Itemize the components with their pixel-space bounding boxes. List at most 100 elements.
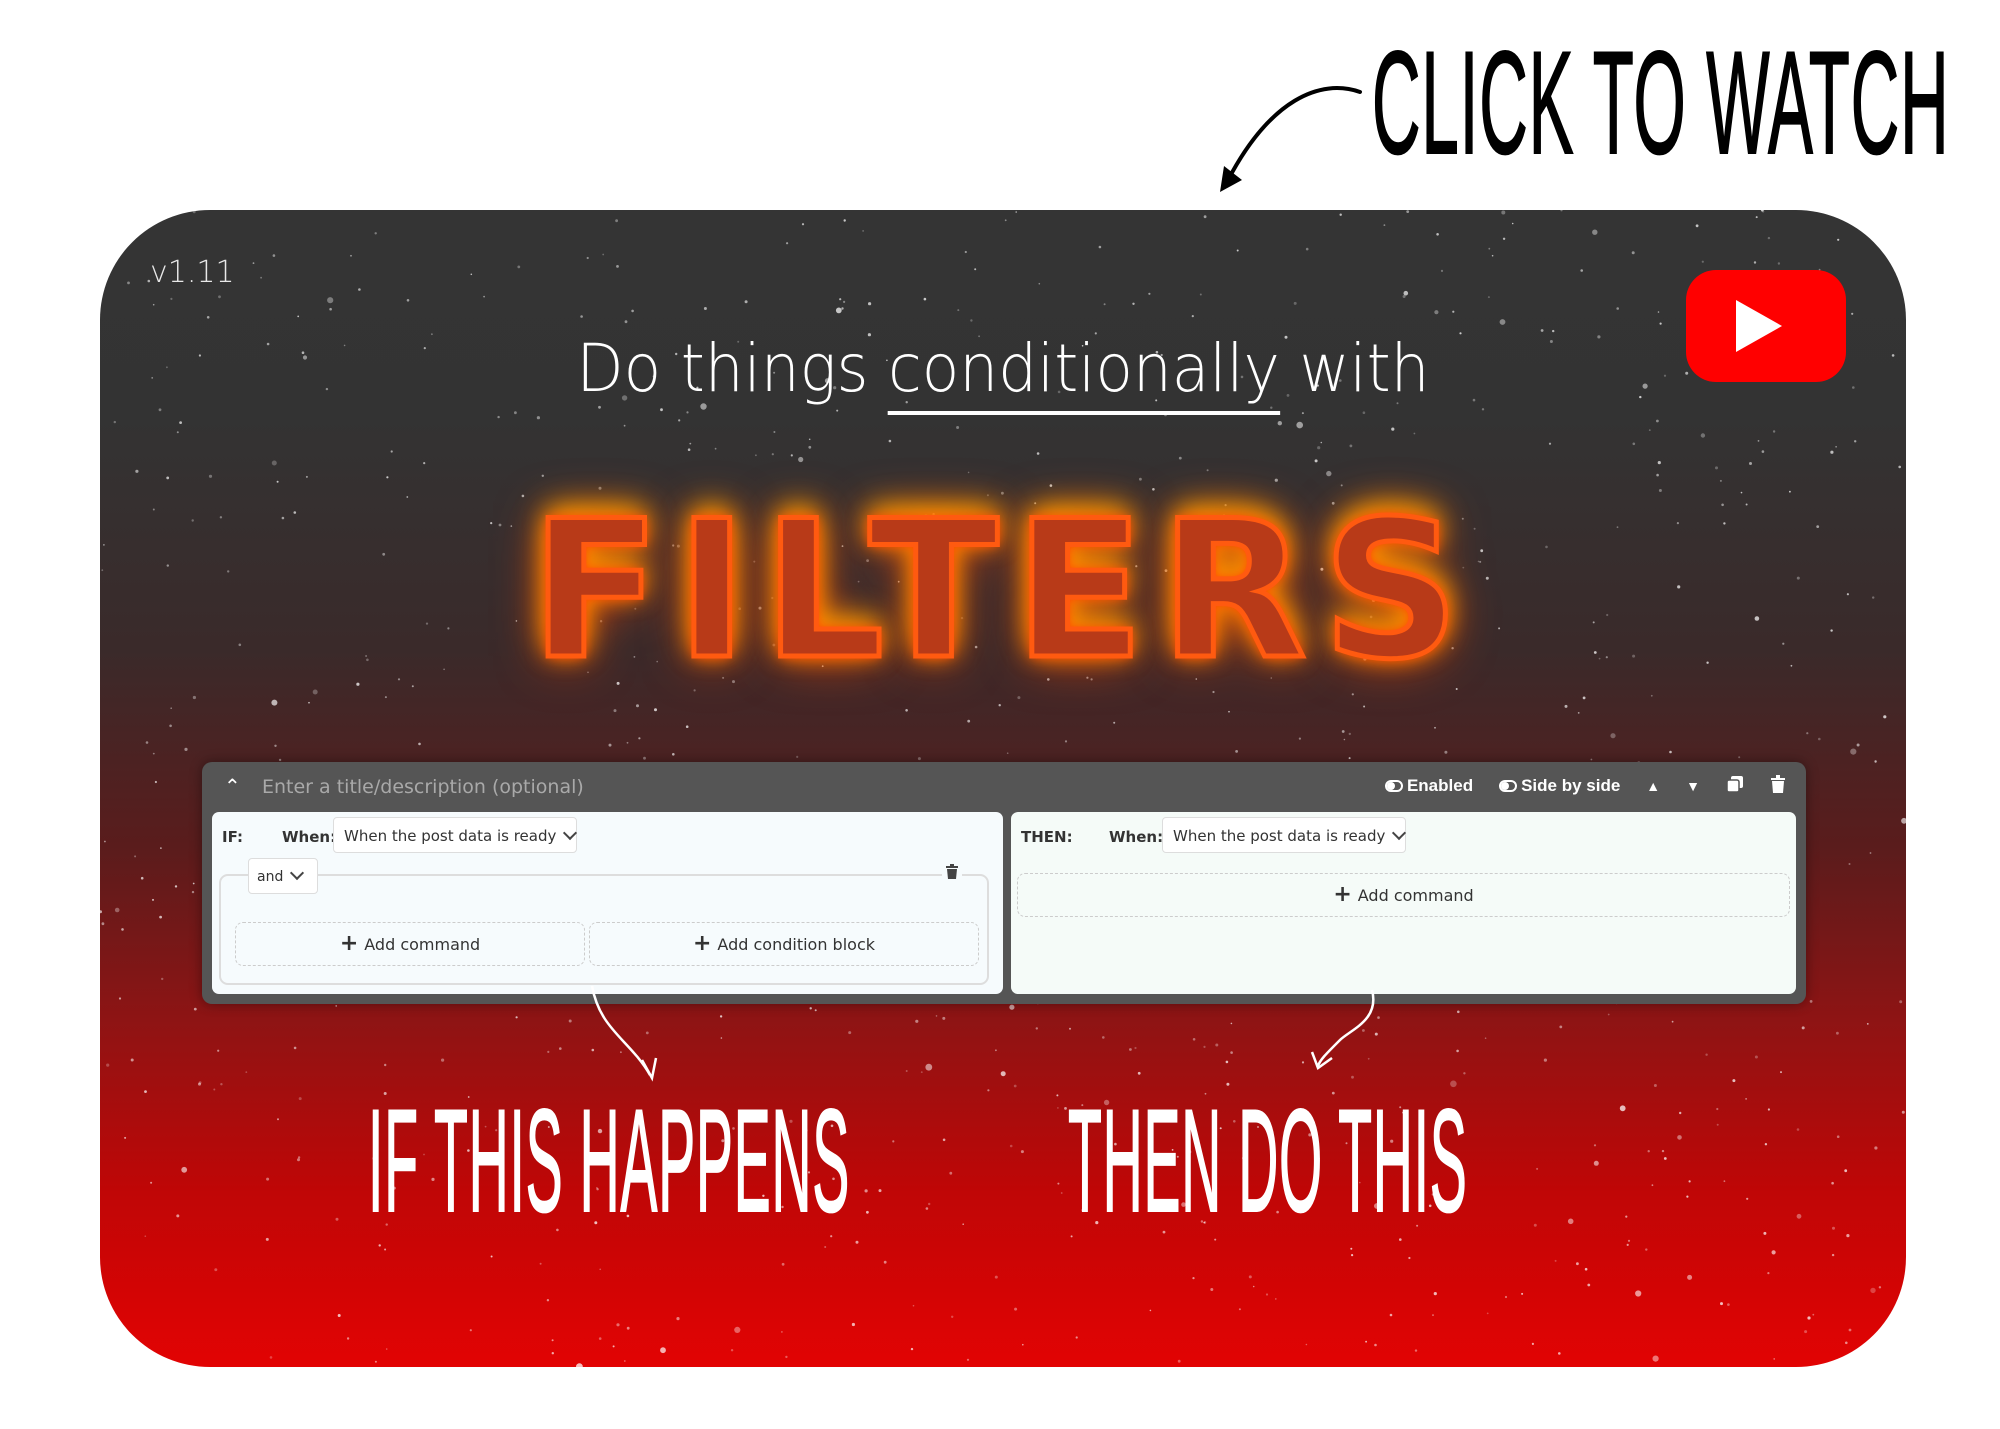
add-condition-block-button[interactable]: + Add condition block <box>589 922 979 966</box>
star <box>1812 1313 1815 1316</box>
star <box>1013 1084 1017 1088</box>
star <box>1592 229 1598 235</box>
star <box>390 450 393 453</box>
star <box>1301 412 1304 415</box>
star <box>1365 1340 1367 1343</box>
star <box>100 1274 102 1277</box>
star <box>1075 1336 1078 1339</box>
star <box>135 469 139 473</box>
star <box>1846 1234 1850 1238</box>
star <box>781 1262 785 1266</box>
star <box>1230 1051 1233 1054</box>
star <box>1137 1071 1141 1075</box>
chevron-down-icon <box>563 825 578 841</box>
star <box>546 1299 550 1302</box>
star <box>118 997 122 1000</box>
duplicate-copy-icon[interactable] <box>1726 775 1744 796</box>
star <box>1293 301 1297 305</box>
star <box>967 719 971 723</box>
star <box>1804 1330 1808 1334</box>
delete-trash-icon[interactable] <box>1770 775 1786 796</box>
star <box>1796 1213 1802 1219</box>
star <box>1688 1180 1691 1183</box>
then-when-select[interactable]: When the post data is ready <box>1162 817 1407 853</box>
star <box>1548 442 1552 445</box>
star <box>1349 444 1353 448</box>
video-thumbnail-card[interactable]: v1.11 Do things conditionally with FILTE… <box>100 210 1906 1367</box>
if-when-select[interactable]: When the post data is ready <box>333 817 578 853</box>
star <box>214 1268 218 1272</box>
star <box>636 704 639 708</box>
star <box>1383 224 1386 226</box>
move-down-triangle-icon[interactable]: ▼ <box>1686 778 1700 794</box>
star <box>905 1070 908 1072</box>
star <box>1210 1288 1214 1291</box>
star <box>1679 1111 1682 1115</box>
then-add-command-button[interactable]: + Add command <box>1017 873 1790 917</box>
star <box>1511 222 1514 225</box>
star <box>1102 1036 1105 1039</box>
chevron-down-icon <box>290 865 305 881</box>
star <box>217 1049 220 1052</box>
star <box>272 254 276 257</box>
star <box>790 454 793 457</box>
star <box>888 439 892 443</box>
star <box>1022 1343 1024 1346</box>
star <box>1408 1256 1411 1260</box>
star <box>1487 296 1490 299</box>
collapse-chevron-up-icon[interactable]: ⌃ <box>224 774 241 798</box>
star <box>154 780 157 784</box>
star <box>1433 1292 1437 1296</box>
toggle-icon <box>1384 779 1403 792</box>
star <box>1060 1192 1063 1194</box>
star <box>469 1329 472 1332</box>
star <box>1230 1022 1233 1025</box>
star <box>1590 758 1593 761</box>
if-when-label: When: <box>282 828 337 846</box>
star <box>1343 738 1346 741</box>
star <box>252 262 255 264</box>
star <box>599 1268 601 1271</box>
star <box>169 724 172 728</box>
star <box>923 297 927 301</box>
star <box>631 309 634 313</box>
star <box>892 1140 895 1143</box>
star <box>1607 1013 1610 1016</box>
star <box>144 1090 147 1093</box>
star <box>1745 1098 1747 1100</box>
group-operator-select[interactable]: and <box>248 858 318 894</box>
if-add-command-button[interactable]: + Add command <box>235 922 585 966</box>
star <box>490 1255 493 1258</box>
star <box>689 442 692 445</box>
star <box>297 1156 301 1159</box>
star <box>1000 1071 1006 1077</box>
star <box>686 411 689 414</box>
star <box>1866 1023 1869 1025</box>
star <box>956 426 960 429</box>
enabled-toggle[interactable]: Enabled <box>1384 776 1473 796</box>
star <box>920 1071 923 1073</box>
star <box>101 922 105 926</box>
star <box>1554 1259 1557 1262</box>
star <box>1705 1053 1708 1056</box>
star <box>1006 752 1009 754</box>
title-description-input[interactable] <box>260 768 1064 806</box>
delete-group-trash-icon[interactable] <box>942 864 962 883</box>
star <box>1056 1094 1059 1097</box>
star <box>1560 210 1563 212</box>
star <box>541 474 544 477</box>
star <box>385 1348 388 1350</box>
star <box>814 1009 817 1012</box>
then-do-this-annotation: THEN DO THIS <box>1068 1079 1468 1242</box>
move-up-triangle-icon[interactable]: ▲ <box>1646 778 1660 794</box>
star <box>483 295 485 298</box>
star <box>1652 1355 1659 1362</box>
star <box>730 1349 734 1352</box>
star <box>1367 1057 1370 1060</box>
star <box>1671 1020 1674 1023</box>
side-by-side-toggle[interactable]: Side by side <box>1499 776 1620 796</box>
star <box>1656 473 1659 477</box>
star <box>1767 236 1771 240</box>
star <box>970 319 973 322</box>
star <box>1148 292 1151 295</box>
